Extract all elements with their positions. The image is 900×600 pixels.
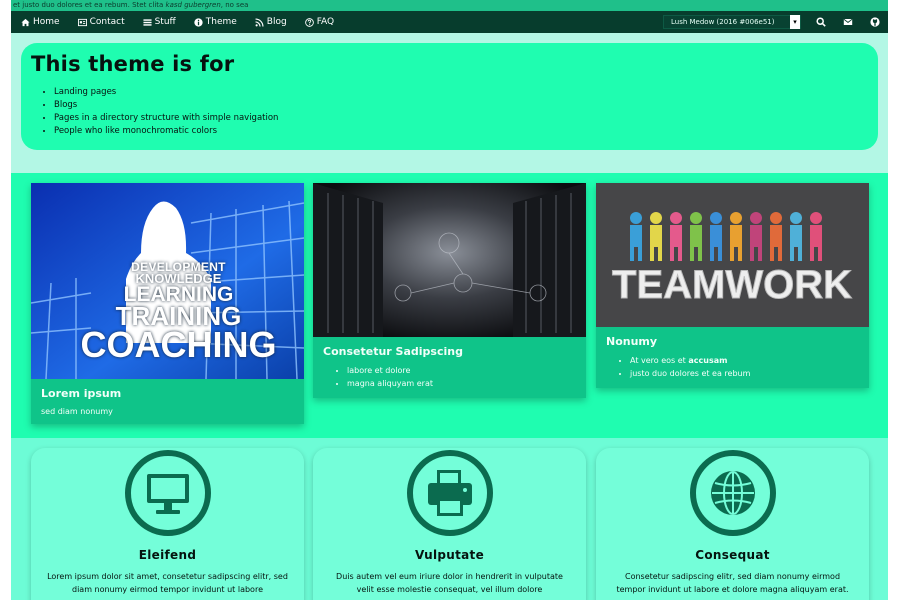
list-item: labore et dolore <box>347 364 586 377</box>
theme-select[interactable]: Lush Medow (2016 #006e51) ▾ <box>663 15 801 29</box>
nav-stuff-label: Stuff <box>154 17 176 27</box>
top-text-italic: kasd gubergren <box>165 1 221 9</box>
feature-title: Consequat <box>695 548 770 562</box>
list-item: magna aliquyam erat <box>347 377 586 390</box>
feature-vulputate: Vulputate Duis autem vel eum iriure dolo… <box>313 448 586 600</box>
list-icon <box>143 18 152 26</box>
nav-blog-label: Blog <box>266 17 287 27</box>
card-title: Consetetur Sadipscing <box>323 345 463 358</box>
rss-icon <box>255 17 264 27</box>
teamwork-image: TEAMWORK <box>596 183 869 327</box>
nav-home-label: Home <box>33 17 60 27</box>
question-icon <box>304 17 314 27</box>
feature-title: Eleifend <box>138 548 197 562</box>
envelope-icon <box>843 18 852 25</box>
feature-consequat: Consequat Consetetur sadipscing elitr, s… <box>596 448 869 600</box>
coaching-image <box>31 183 304 379</box>
list-item: Blogs <box>54 99 878 112</box>
nav-contact[interactable]: Contact <box>69 11 134 33</box>
feature-text: Lorem ipsum dolor sit amet, consetetur s… <box>47 572 288 594</box>
card-text: sed diam nonumy <box>41 407 113 416</box>
feature-text: Duis autem vel eum iriure dolor in hendr… <box>336 572 563 594</box>
github-button[interactable] <box>861 11 888 33</box>
feature-eleifend: Eleifend Lorem ipsum dolor sit amet, con… <box>31 448 304 600</box>
github-icon <box>869 17 880 27</box>
nav-faq[interactable]: FAQ <box>296 11 343 33</box>
search-icon <box>815 17 826 27</box>
feature-text: Consetetur sadipscing elitr, sed diam no… <box>616 572 849 594</box>
card-consetetur[interactable]: Consetetur Sadipscing labore et dolore m… <box>313 183 586 398</box>
dropdown-arrow-icon: ▾ <box>790 15 800 29</box>
list-item: justo duo dolores et ea rebum <box>630 367 869 380</box>
card-title: Nonumy <box>606 335 658 348</box>
cards-section: Lorem ipsum sed diam nonumy Consetetur S… <box>11 173 888 438</box>
printer-icon <box>406 450 493 536</box>
nav-right: Lush Medow (2016 #006e51) ▾ <box>663 11 888 33</box>
list-item: Pages in a directory structure with simp… <box>54 112 878 125</box>
nav-home[interactable]: Home <box>11 11 69 33</box>
mail-button[interactable] <box>834 11 861 33</box>
info-icon <box>194 17 203 27</box>
teamwork-word: TEAMWORK <box>612 263 852 307</box>
list-item-bold: accusam <box>688 356 728 365</box>
navbar: Home Contact Stuff Theme Blog FAQ Lush M… <box>11 11 888 33</box>
feature-title: Vulputate <box>414 548 485 562</box>
top-text-end: , no sea <box>220 1 249 9</box>
globe-icon <box>689 450 776 536</box>
nav-contact-label: Contact <box>89 17 125 27</box>
theme-select-value: Lush Medow (2016 #006e51) <box>671 18 775 26</box>
search-button[interactable] <box>807 11 834 33</box>
list-item: Landing pages <box>54 86 878 99</box>
features-section: Eleifend Lorem ipsum dolor sit amet, con… <box>11 438 888 600</box>
list-item: At vero eos et accusam <box>630 354 869 367</box>
page: et justo duo dolores et ea rebum. Stet c… <box>11 0 888 600</box>
card-list: At vero eos et accusam justo duo dolores… <box>630 348 869 388</box>
card-list: labore et dolore magna aliquyam erat <box>347 358 586 398</box>
server-room-image <box>313 183 586 337</box>
card-title: Lorem ipsum <box>41 387 122 400</box>
hero-title: This theme is for <box>31 52 235 76</box>
nav-theme-label: Theme <box>205 17 237 27</box>
home-icon <box>21 18 30 26</box>
nav-blog[interactable]: Blog <box>246 11 296 33</box>
top-text-strip: et justo duo dolores et ea rebum. Stet c… <box>11 0 888 11</box>
card-lorem-ipsum[interactable]: Lorem ipsum sed diam nonumy <box>31 183 304 424</box>
card-nonumy[interactable]: TEAMWORK Nonumy At vero eos et accusam j… <box>596 183 869 388</box>
list-item-text: At vero eos et <box>630 356 689 365</box>
list-item: People who like monochromatic colors <box>54 125 878 138</box>
monitor-icon <box>124 450 211 536</box>
nav-theme[interactable]: Theme <box>185 11 246 33</box>
top-text: et justo duo dolores et ea rebum. Stet c… <box>13 1 166 9</box>
hero-list: Landing pages Blogs Pages in a directory… <box>54 86 878 138</box>
nav-stuff[interactable]: Stuff <box>134 11 185 33</box>
nav-faq-label: FAQ <box>316 17 335 27</box>
hero-section: This theme is for Landing pages Blogs Pa… <box>11 33 888 173</box>
contact-card-icon <box>77 18 87 26</box>
hero-box: This theme is for Landing pages Blogs Pa… <box>21 43 878 150</box>
